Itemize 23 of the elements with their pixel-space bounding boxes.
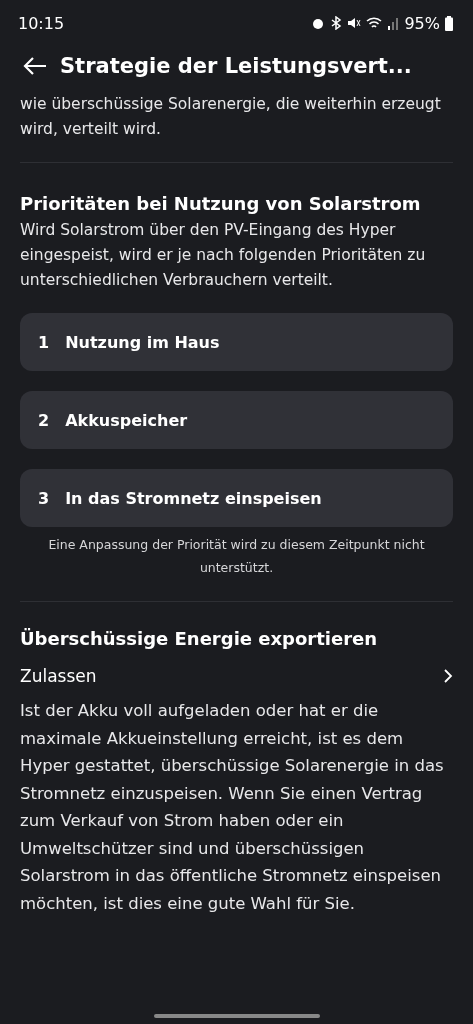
wifi-icon <box>366 16 383 30</box>
battery-icon <box>445 15 453 31</box>
intro-text: wie überschüssige Solarenergie, die weiterhin erzeugt wird, verteilt wird. <box>20 94 442 140</box>
setting-row[interactable]: Zulassen <box>20 661 453 691</box>
priority-number: 2 <box>38 410 50 430</box>
section-heading: Überschüssige Energie exportieren <box>20 628 379 649</box>
priority-note: Eine Anpassung der Priorität wird zu diesem Zeitpunkt nicht unterstützt. <box>47 536 426 577</box>
bluetooth-icon <box>330 16 343 30</box>
back-button[interactable] <box>22 56 48 76</box>
priority-label: Nutzung im Haus <box>65 332 220 352</box>
section-description: Wird Solarstrom über den PV-Eingang des Hyper eingespeist, wird er je nach folgenden Prioritäten zu unterschiedlichen Verbrauchern verteilt. <box>20 220 427 291</box>
section-heading: Prioritäten bei Nutzung von Solarstrom <box>20 193 422 214</box>
battery-percent: 95% <box>404 13 440 33</box>
export-description: Ist der Akku voll aufgeladen oder hat er die maximale Akkueinstellung erreicht, ist es dem Hyper gestattet, überschüssige Solarenergie in das Stromnetz einzuspeisen. Wenn Sie einen Vertrag zum Verkauf von Strom haben oder ein Umweltschützer sind und überschüssigen Solarstrom in das öffentliche Stromnetz einspeisen möchten, ist dies eine gute Wahl für Sie. <box>20 700 445 915</box>
priority-label: In das Stromnetz einspeisen <box>65 488 322 508</box>
chevron-right-icon <box>443 668 453 684</box>
priority-number: 1 <box>38 332 50 352</box>
signal-icon <box>387 16 400 30</box>
status-time: 10:15 <box>18 13 65 33</box>
priority-number: 3 <box>38 488 50 508</box>
priority-label: Akkuspeicher <box>65 410 188 430</box>
mute-icon <box>347 16 362 30</box>
page-title: Strategie der Leistungsvert... <box>60 54 412 78</box>
